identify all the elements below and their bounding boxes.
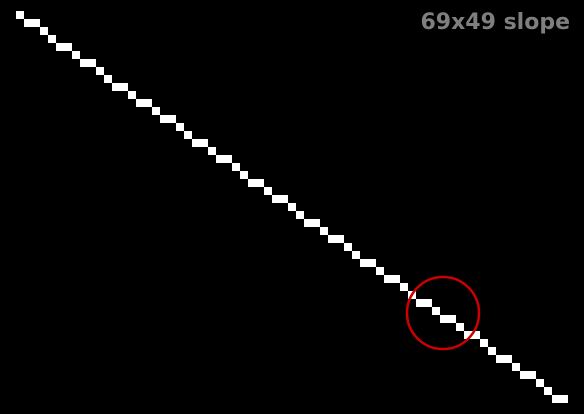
line-pixel <box>416 299 424 307</box>
line-pixel <box>32 19 40 27</box>
line-pixel <box>72 51 80 59</box>
line-pixel <box>504 355 512 363</box>
line-pixel <box>112 83 120 91</box>
line-pixel <box>232 163 240 171</box>
line-pixel <box>136 99 144 107</box>
line-pixel <box>168 115 176 123</box>
line-pixel <box>104 75 112 83</box>
line-pixel <box>80 59 88 67</box>
line-pixel <box>368 259 376 267</box>
line-pixel <box>208 147 216 155</box>
line-pixel <box>344 243 352 251</box>
line-pixel <box>528 371 536 379</box>
line-pixel <box>400 283 408 291</box>
line-pixel <box>144 99 152 107</box>
line-pixel <box>240 171 248 179</box>
line-pixel <box>336 235 344 243</box>
line-pixel <box>40 27 48 35</box>
slope-canvas <box>0 0 584 414</box>
line-pixel <box>280 195 288 203</box>
line-pixel <box>160 115 168 123</box>
line-pixel <box>184 131 192 139</box>
line-pixel <box>256 179 264 187</box>
line-pixel <box>272 195 280 203</box>
line-pixel <box>64 43 72 51</box>
line-pixel <box>376 267 384 275</box>
line-pixel <box>392 275 400 283</box>
line-pixel <box>488 347 496 355</box>
line-pixel <box>384 275 392 283</box>
line-pixel <box>248 179 256 187</box>
line-pixel <box>512 363 520 371</box>
line-pixel <box>96 67 104 75</box>
line-pixel <box>224 155 232 163</box>
line-pixel <box>552 395 560 403</box>
line-pixel <box>216 155 224 163</box>
line-pixel <box>544 387 552 395</box>
line-pixel <box>440 315 448 323</box>
line-pixel <box>448 315 456 323</box>
line-pixel <box>560 395 568 403</box>
line-pixel <box>88 59 96 67</box>
line-pixel <box>520 371 528 379</box>
line-pixel <box>480 339 488 347</box>
line-pixel <box>56 43 64 51</box>
line-pixel <box>120 83 128 91</box>
line-pixel <box>296 211 304 219</box>
line-pixel <box>424 299 432 307</box>
line-pixel <box>288 203 296 211</box>
line-pixel <box>200 139 208 147</box>
line-pixel <box>432 307 440 315</box>
line-pixel <box>360 259 368 267</box>
line-pixel <box>48 35 56 43</box>
line-pixel <box>312 219 320 227</box>
line-pixel <box>496 355 504 363</box>
line-pixel <box>304 219 312 227</box>
line-pixel <box>16 11 24 19</box>
line-pixel <box>152 107 160 115</box>
line-pixel <box>192 139 200 147</box>
line-pixel <box>536 379 544 387</box>
line-pixel <box>328 235 336 243</box>
line-pixel <box>264 187 272 195</box>
slope-label: 69x49 slope <box>420 10 571 35</box>
line-pixel <box>352 251 360 259</box>
line-pixel <box>456 323 464 331</box>
line-pixel <box>176 123 184 131</box>
line-pixel <box>320 227 328 235</box>
line-pixel <box>24 19 32 27</box>
line-pixel <box>128 91 136 99</box>
